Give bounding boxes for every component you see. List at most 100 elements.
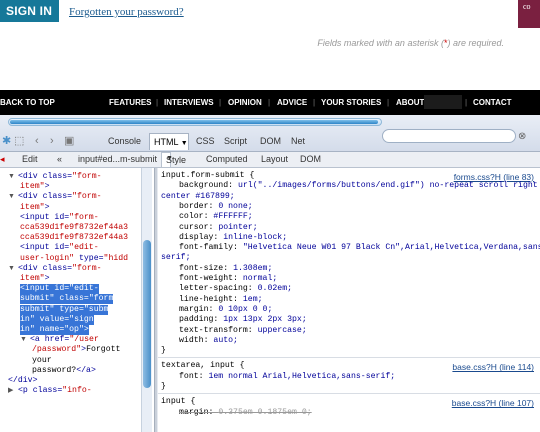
property-colon: :: [208, 201, 219, 211]
tree-node[interactable]: password?</a>: [32, 366, 96, 376]
tab-console[interactable]: Console: [108, 136, 141, 146]
tree-node[interactable]: cca539d1fe9f8732ef44a3: [20, 233, 128, 243]
twisty-toggle-icon[interactable]: ▶: [8, 386, 18, 396]
css-property[interactable]: font: 1em normal Arial,Helvetica,sans-se…: [179, 372, 395, 382]
tree-node[interactable]: ▼ <div class="form-: [8, 264, 102, 274]
css-source-link[interactable]: base.css?H (line 107): [452, 398, 534, 408]
tab-dom-sidepanel[interactable]: DOM: [300, 154, 321, 164]
nav-advice[interactable]: ADVICE: [277, 98, 307, 107]
property-name: line-height: [179, 294, 234, 304]
css-property[interactable]: font-family: "Helvetica Neue W01 97 Blac…: [179, 243, 540, 253]
css-property[interactable]: text-transform: uppercase;: [179, 326, 307, 336]
firebug-bug-icon[interactable]: ✱: [2, 135, 11, 147]
tab-style[interactable]: Style ▼: [161, 152, 186, 167]
forward-arrow-icon[interactable]: ›: [50, 135, 54, 147]
tree-node[interactable]: /password">Forgott: [32, 345, 120, 355]
tree-node[interactable]: ▼ <div class="form-: [8, 172, 102, 182]
tree-node[interactable]: ▼ <div class="form-: [8, 192, 102, 202]
tree-node[interactable]: item">: [20, 274, 50, 284]
tab-computed[interactable]: Computed: [206, 154, 248, 164]
css-property[interactable]: margin: 0 10px 0 0;: [179, 305, 272, 315]
forgot-password-link[interactable]: Forgotten your password?: [69, 6, 184, 18]
nav-contact[interactable]: CONTACT: [473, 98, 512, 107]
tree-node[interactable]: </div>: [8, 376, 37, 386]
left-arrow-icon[interactable]: ◂: [0, 154, 5, 165]
scrollbar-thumb[interactable]: [10, 120, 378, 124]
attr-value: "edit-: [69, 284, 99, 294]
back-arrow-icon[interactable]: ‹: [35, 135, 39, 147]
tab-net[interactable]: Net: [291, 136, 305, 146]
property-value: serif;: [161, 253, 191, 263]
nav-about[interactable]: ABOUT: [396, 98, 424, 107]
tree-node[interactable]: ▶ <p class="info-: [8, 386, 92, 396]
breadcrumb-current-node[interactable]: input#ed...m-submit: [78, 154, 157, 164]
nav-separator: |: [219, 98, 222, 107]
inspect-icon[interactable]: ⬚: [14, 135, 24, 147]
css-property[interactable]: cursor: pointer;: [179, 223, 258, 233]
html-tree-pane[interactable]: ▼ <div class="form-item"> ▼ <div class="for…: [0, 168, 154, 432]
tree-node[interactable]: <input id="edit-: [20, 284, 99, 295]
tree-node[interactable]: in" value="sign: [20, 314, 94, 325]
css-property[interactable]: margin: 0.375em 0.1875em 0;: [179, 408, 312, 418]
twisty-toggle-icon[interactable]: ▼: [8, 172, 18, 182]
css-property[interactable]: width: auto;: [179, 336, 238, 346]
nav-separator: |: [268, 98, 271, 107]
tree-node[interactable]: <input id="edit-: [20, 243, 99, 253]
nav-back-to-top[interactable]: BACK TO TOP: [0, 98, 55, 107]
tree-node[interactable]: item">: [20, 203, 50, 213]
twisty-toggle-icon[interactable]: ▼: [20, 335, 30, 345]
screenshot-root: SIGN IN Forgotten your password? co Fiel…: [0, 0, 540, 432]
tab-html-label: HTML: [154, 137, 179, 147]
page-horizontal-scrollbar[interactable]: [8, 118, 382, 126]
property-name: font-weight: [179, 274, 234, 283]
tab-script[interactable]: Script: [224, 136, 247, 146]
tree-vertical-scrollbar[interactable]: [141, 168, 152, 432]
tree-node[interactable]: <input id="form-: [20, 213, 99, 223]
css-property[interactable]: color: #FFFFFF;: [179, 212, 253, 222]
tab-dom[interactable]: DOM: [260, 136, 281, 146]
css-property[interactable]: letter-spacing: 0.02em;: [179, 284, 292, 294]
css-property[interactable]: line-height: 1em;: [179, 295, 263, 305]
edit-button[interactable]: Edit: [22, 154, 38, 164]
tree-node[interactable]: submit" class="form: [20, 294, 114, 305]
breakpoint-icon[interactable]: ▣: [64, 135, 74, 147]
tree-node[interactable]: cca539d1fe9f8732ef44a3: [20, 223, 128, 233]
sign-in-button[interactable]: SIGN IN: [0, 0, 59, 22]
required-fields-note: Fields marked with an asterisk (*) are r…: [317, 38, 504, 48]
nav-features[interactable]: FEATURES: [109, 98, 152, 107]
tag-close: >: [44, 274, 50, 283]
tree-node[interactable]: ▼ <a href="/user: [20, 335, 99, 345]
property-name: display: [179, 232, 214, 242]
css-property[interactable]: display: inline-block;: [179, 233, 287, 243]
close-icon[interactable]: ⊗: [518, 131, 526, 142]
tree-node[interactable]: your: [32, 356, 52, 366]
tab-css[interactable]: CSS: [196, 136, 215, 146]
twisty-toggle-icon[interactable]: ▼: [8, 264, 18, 274]
tree-node[interactable]: item">: [20, 182, 50, 192]
tab-layout[interactable]: Layout: [261, 154, 288, 164]
nav-opinion[interactable]: OPINION: [228, 98, 262, 107]
scrollbar-thumb[interactable]: [143, 240, 151, 388]
css-property[interactable]: border: 0 none;: [179, 202, 253, 212]
css-property[interactable]: background: url("../images/forms/buttons…: [179, 181, 538, 191]
breadcrumb-back-icon[interactable]: «: [57, 154, 62, 164]
attr-value: submit": [20, 294, 55, 304]
nav-your-stories[interactable]: YOUR STORIES: [321, 98, 381, 107]
twisty-toggle-icon[interactable]: ▼: [8, 192, 18, 202]
css-source-link[interactable]: base.css?H (line 114): [452, 362, 534, 372]
nav-interviews[interactable]: INTERVIEWS: [164, 98, 214, 107]
css-property[interactable]: padding: 1px 13px 2px 3px;: [179, 315, 307, 325]
property-value: uppercase;: [257, 325, 307, 335]
tree-node[interactable]: user-login" type="hidd: [20, 254, 128, 264]
tree-node[interactable]: submit" type="subm: [20, 304, 109, 315]
tree-node[interactable]: in" name="op">: [20, 325, 89, 335]
css-property[interactable]: serif;: [161, 253, 190, 263]
tab-html[interactable]: HTML ▼: [149, 133, 189, 150]
tag-name: <input: [20, 284, 55, 294]
css-property[interactable]: center #167899;: [161, 192, 235, 202]
css-property[interactable]: font-size: 1.308em;: [179, 264, 272, 274]
firebug-search-input[interactable]: [382, 129, 516, 143]
tag-close: </a>: [76, 365, 96, 375]
css-property[interactable]: font-weight: normal;: [179, 274, 277, 284]
property-colon: :: [233, 274, 243, 283]
